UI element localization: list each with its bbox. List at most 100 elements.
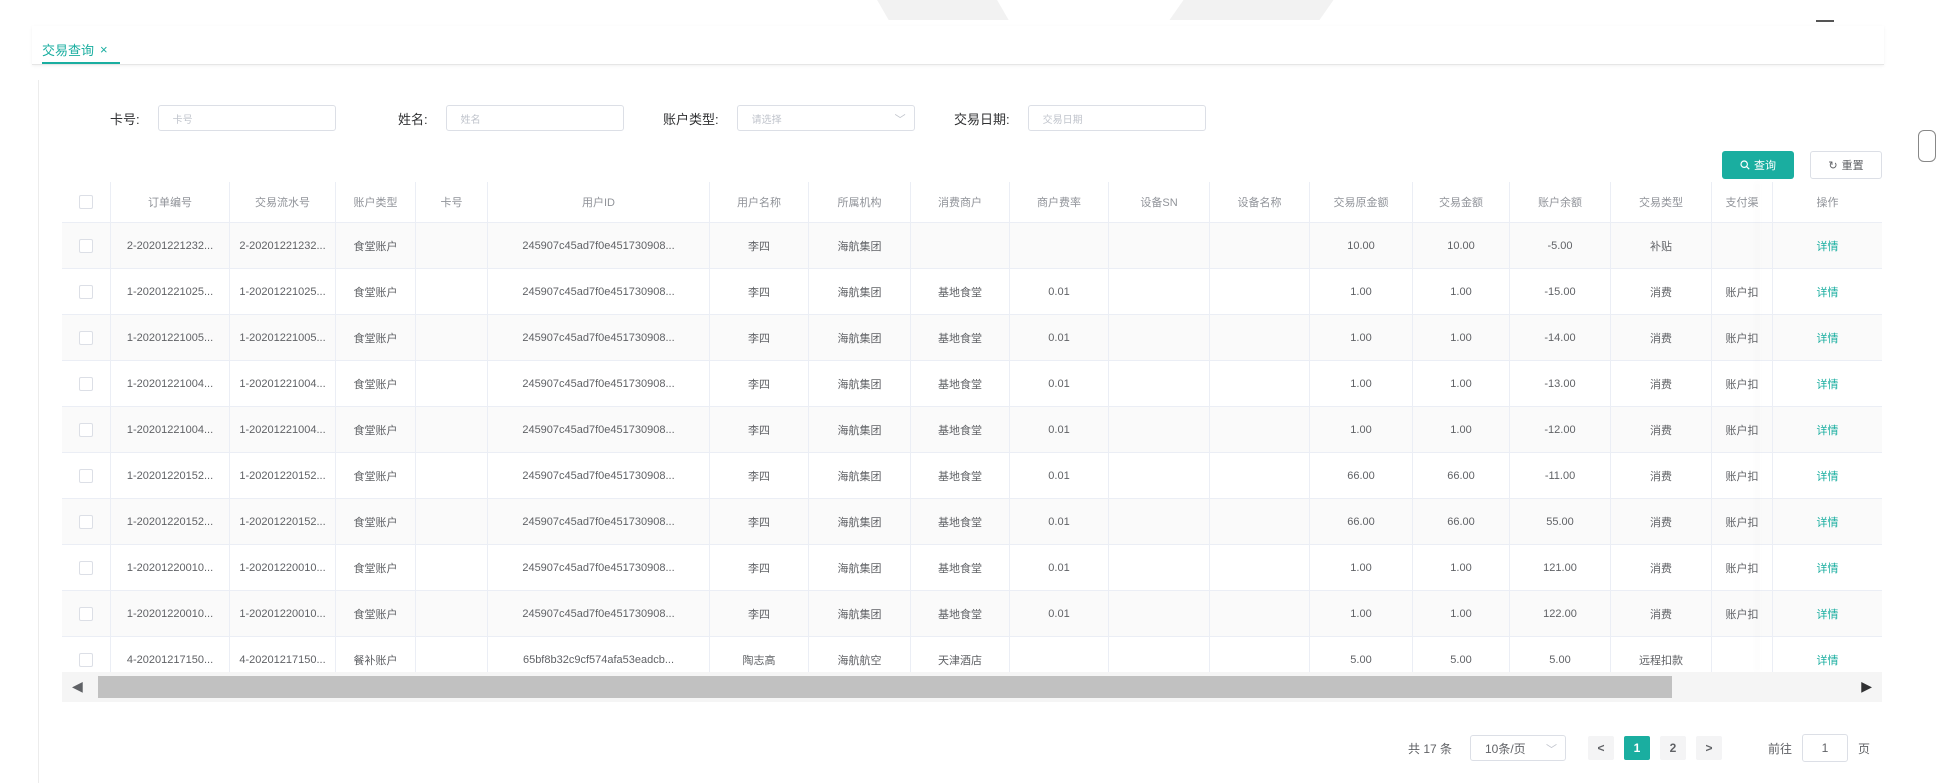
row-checkbox[interactable] (79, 560, 93, 575)
detail-link[interactable]: 详情 (1817, 284, 1839, 300)
cell-user-id: 245907c45ad7f0e451730908... (487, 591, 709, 636)
cell-org: 海航集团 (808, 315, 910, 360)
cell-text: 0.01 (1048, 561, 1070, 574)
detail-link[interactable]: 详情 (1817, 514, 1839, 530)
column-header-label: 支付渠 (1725, 197, 1759, 209)
side-scroll-handle[interactable] (1918, 130, 1936, 162)
column-header-label: 账户余额 (1538, 197, 1582, 209)
row-checkbox[interactable] (79, 652, 93, 667)
column-header-org: 所属机构 (808, 182, 910, 222)
row-checkbox-cell (62, 499, 110, 544)
scroll-left-arrow-icon[interactable]: ◀ (72, 678, 83, 695)
detail-link[interactable]: 详情 (1817, 422, 1839, 438)
row-checkbox-cell (62, 315, 110, 360)
close-icon[interactable]: × (100, 42, 108, 57)
prev-page-button[interactable]: < (1588, 736, 1614, 760)
cell-text: 1-20201221004... (126, 377, 214, 390)
cell-text: 海航集团 (837, 562, 882, 575)
cell-pay-channel: 账户扣 (1711, 499, 1772, 544)
next-page-button[interactable]: > (1696, 736, 1722, 760)
cell-serial-no: 1-20201220152... (229, 453, 335, 498)
account-type-select[interactable]: 请选择 ﹀ (736, 105, 915, 131)
cell-text: 1-20201220152... (239, 515, 326, 528)
cell-original-amount: 1.00 (1309, 315, 1412, 360)
pagination-pages: < 1 2 > (1588, 734, 1722, 762)
cell-amount: 1.00 (1412, 407, 1509, 452)
cell-action: 详情 (1772, 591, 1882, 636)
row-checkbox[interactable] (79, 284, 93, 299)
row-checkbox[interactable] (79, 514, 93, 529)
cell-text: 245907c45ad7f0e451730908... (522, 469, 675, 482)
cell-account-type: 食堂账户 (335, 545, 415, 590)
page-2-button[interactable]: 2 (1660, 736, 1686, 760)
cell-text: 基地食堂 (938, 608, 982, 621)
cell-text: 1.00 (1350, 423, 1372, 436)
cell-text: 0.01 (1048, 607, 1070, 620)
detail-link[interactable]: 详情 (1817, 238, 1839, 254)
row-checkbox[interactable] (79, 376, 93, 391)
cell-merchant-rate: 0.01 (1009, 453, 1108, 498)
name-input[interactable]: 姓名 (445, 105, 624, 131)
cell-account-type: 食堂账户 (335, 453, 415, 498)
cell-text: 1.00 (1450, 607, 1472, 620)
goto-page-input[interactable]: 1 (1802, 734, 1849, 762)
detail-link[interactable]: 详情 (1817, 606, 1839, 622)
column-header-label: 用户ID (582, 197, 615, 209)
fixed-column-shadow (1760, 182, 1761, 672)
cell-text: 245907c45ad7f0e451730908... (522, 423, 675, 436)
detail-link[interactable]: 详情 (1817, 468, 1839, 484)
cell-original-amount: 1.00 (1309, 269, 1412, 314)
row-checkbox[interactable] (79, 330, 93, 345)
date-input[interactable]: 交易日期 (1027, 105, 1206, 131)
cell-action: 详情 (1772, 453, 1882, 498)
cell-card-no (415, 453, 487, 498)
cell-text: 李四 (748, 240, 770, 253)
cell-account-type: 食堂账户 (335, 361, 415, 406)
row-checkbox[interactable] (79, 422, 93, 437)
cell-text: 海航集团 (837, 332, 882, 345)
cell-text: 0.01 (1048, 285, 1070, 298)
row-checkbox[interactable] (79, 468, 93, 483)
cell-order-no: 1-20201220010... (110, 545, 229, 590)
cell-text: 0.01 (1048, 515, 1070, 528)
background-decoration (1169, 0, 1341, 20)
cell-text: 天津酒店 (938, 654, 982, 667)
page-size-select[interactable]: 10条/页 ﹀ (1470, 735, 1566, 761)
cell-text: 基地食堂 (938, 424, 982, 437)
detail-link[interactable]: 详情 (1817, 376, 1839, 392)
cell-pay-channel: 账户扣 (1711, 315, 1772, 360)
reset-button[interactable]: ↻ 重置 (1810, 151, 1882, 179)
table-row: 1-20201220152... 1-20201220152... 食堂账户 2459… (62, 453, 1882, 499)
column-header-amount: 交易金额 (1412, 182, 1509, 222)
cell-card-no (415, 315, 487, 360)
scroll-right-arrow-icon[interactable]: ▶ (1861, 678, 1872, 695)
pagination-total: 共 17 条 (1408, 741, 1453, 756)
cell-text: 李四 (748, 378, 770, 391)
cell-user-id: 245907c45ad7f0e451730908... (487, 407, 709, 452)
detail-link[interactable]: 详情 (1817, 652, 1839, 668)
detail-link[interactable]: 详情 (1817, 560, 1839, 576)
cell-pay-channel: 账户扣 (1711, 591, 1772, 636)
cell-text: -15.00 (1544, 285, 1576, 298)
row-checkbox[interactable] (79, 606, 93, 621)
account-type-placeholder: 请选择 (751, 114, 782, 126)
cell-text: 1.00 (1450, 331, 1472, 344)
horizontal-scrollbar[interactable]: ◀ ▶ (62, 672, 1882, 702)
column-header-label: 商户费率 (1037, 197, 1081, 209)
cell-text: 1-20201221005... (239, 331, 326, 344)
select-all-checkbox[interactable] (79, 195, 93, 209)
page-1-button[interactable]: 1 (1624, 736, 1650, 760)
column-header-balance: 账户余额 (1509, 182, 1610, 222)
query-button[interactable]: 查询 (1722, 151, 1794, 179)
column-header-label: 订单编号 (148, 197, 192, 209)
tab-transaction-query[interactable]: 交易查询 × (42, 40, 108, 59)
cell-text: 账户扣 (1725, 332, 1759, 345)
cell-text: 李四 (748, 470, 770, 483)
column-header-pay-channel: 支付渠 (1711, 182, 1772, 222)
row-checkbox[interactable] (79, 238, 93, 253)
column-header-label: 所属机构 (837, 197, 882, 209)
card-input[interactable]: 卡号 (157, 105, 336, 131)
cell-amount: 1.00 (1412, 591, 1509, 636)
detail-link[interactable]: 详情 (1817, 330, 1839, 346)
scrollbar-thumb[interactable] (98, 676, 1672, 698)
